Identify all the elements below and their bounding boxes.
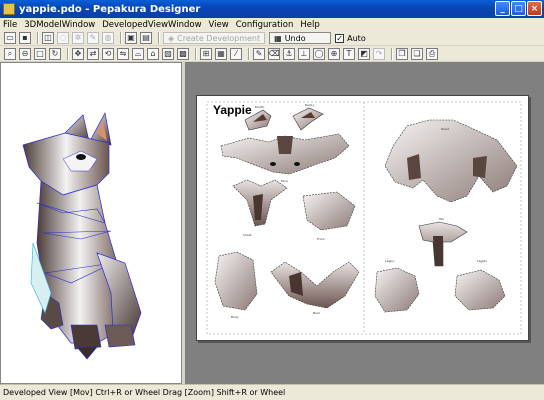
main-toolbar: ▭ ▪ ◫ ◌ ✲ ✎ ◍ ▣ ▤ ◈ Create Development ▦…	[0, 31, 544, 46]
minimize-button[interactable]: _	[495, 1, 510, 16]
image-icon[interactable]: ◩	[358, 47, 370, 60]
line-tool-icon[interactable]: ⁄	[230, 47, 242, 60]
flap-icon[interactable]: ⌓	[132, 47, 144, 60]
create-development-label: Create Development	[177, 33, 261, 43]
edit-icon[interactable]: ✎	[87, 32, 99, 44]
title-bar: yappie.pdo - Pepakura Designer _ □ ×	[0, 0, 544, 18]
pencil-icon[interactable]: ✎	[253, 47, 265, 60]
move-icon[interactable]: ✥	[72, 47, 84, 60]
circle-icon[interactable]: ◯	[313, 47, 325, 60]
part-back	[270, 261, 360, 309]
part-head	[384, 119, 518, 203]
toolbar-separator	[195, 47, 197, 60]
rotate-icon[interactable]: ↻	[49, 47, 61, 60]
toolbar-separator	[120, 32, 122, 44]
menu-3dmodelwindow[interactable]: 3DModelWindow	[24, 20, 95, 30]
toolbar-separator	[248, 47, 250, 60]
create-development-button[interactable]: ◈ Create Development	[163, 32, 266, 44]
part-label-back: Back	[313, 311, 321, 315]
part-label-front: Front	[317, 237, 325, 241]
globe-icon[interactable]: ◍	[102, 32, 114, 44]
developed-window-icon[interactable]: ▤	[140, 32, 152, 44]
text-icon[interactable]: T	[343, 47, 355, 60]
settings-icon[interactable]: ✲	[72, 32, 84, 44]
redo-icon[interactable]: ↷	[373, 47, 385, 60]
auto-label: Auto	[347, 33, 366, 43]
arrange-icon[interactable]: ▦	[215, 47, 227, 60]
rotate-part-icon[interactable]: ⟲	[102, 47, 114, 60]
menu-bar: File 3DModelWindow DevelopedViewWindow V…	[0, 18, 544, 31]
zoom-out-icon[interactable]: ⊖	[19, 47, 31, 60]
status-text: Developed View [Mov] Ctrl+R or Wheel Dra…	[3, 388, 286, 397]
part-leg-left	[374, 267, 420, 313]
part-ear-right	[244, 109, 272, 131]
menu-help[interactable]: Help	[300, 20, 319, 30]
paste-icon[interactable]: ❏	[411, 47, 423, 60]
part-icon[interactable]: ▨	[162, 47, 174, 60]
toolbar-separator	[391, 47, 393, 60]
join-edge-icon[interactable]: ⇄	[87, 47, 99, 60]
tools-toolbar: ⌕ ⊖ □ ↻ ✥ ⇄ ⟲ ⇋ ⌓ ⌂ ▨ ▩ ⊞ ▦ ⁄ ✎ ⌫ ⚓ ⊥ ◯ …	[0, 46, 544, 62]
app-icon	[3, 3, 15, 15]
undo-label: Undo	[284, 33, 306, 43]
undo-icon: ▦	[274, 33, 282, 43]
menu-developedviewwindow[interactable]: DevelopedViewWindow	[102, 20, 201, 30]
texture-icon[interactable]: ◌	[57, 32, 69, 44]
part-cheek	[302, 191, 356, 231]
part-label-face: Face	[281, 179, 288, 183]
window-controls: _ □ ×	[495, 1, 542, 16]
cat-model-3d	[22, 111, 142, 360]
anchor-icon[interactable]: ⚓	[283, 47, 295, 60]
model-3d-view[interactable]	[0, 62, 182, 384]
open-folder-icon[interactable]: ▭	[4, 32, 16, 44]
undo-button[interactable]: ▦ Undo	[269, 32, 332, 44]
part-label-leg-left: Leg(L)	[385, 259, 394, 263]
fold-icon[interactable]: ⌂	[147, 47, 159, 60]
measure-icon[interactable]: ⊥	[298, 47, 310, 60]
part-ear-left	[292, 107, 324, 131]
print-preview-icon[interactable]: ◫	[42, 32, 54, 44]
flip-icon[interactable]: ⇋	[117, 47, 129, 60]
split-icon[interactable]: ⊞	[200, 47, 212, 60]
auto-checkbox[interactable]: ✓	[335, 33, 345, 43]
target-icon[interactable]: ⊕	[328, 47, 340, 60]
part-label-ear-left: Ear(L)	[305, 103, 314, 107]
part-body	[214, 251, 258, 311]
maximize-button[interactable]: □	[511, 1, 526, 16]
part-tail	[418, 221, 468, 267]
part-label-leg-right: Leg(R)	[477, 259, 487, 263]
window-title: yappie.pdo - Pepakura Designer	[19, 3, 201, 15]
paper-sheet: Yappie Ear(R) Ear(L) Face Chest Body Hea…	[196, 95, 529, 341]
part-leg-right	[454, 269, 506, 311]
part-label-chest: Chest	[243, 233, 252, 237]
part-label-head: Head	[441, 127, 449, 131]
texture-map-icon[interactable]: ▩	[177, 47, 189, 60]
zoom-icon[interactable]: ⌕	[4, 47, 16, 60]
menu-configuration[interactable]: Configuration	[236, 20, 294, 30]
developed-2d-view[interactable]: Yappie Ear(R) Ear(L) Face Chest Body Hea…	[185, 62, 544, 384]
part-label-tail: Tail	[438, 217, 444, 221]
part-chest	[232, 179, 288, 227]
toolbar-separator	[67, 47, 69, 60]
fit-view-icon[interactable]: □	[34, 47, 46, 60]
menu-file[interactable]: File	[3, 20, 17, 30]
model-window-icon[interactable]: ▣	[125, 32, 137, 44]
print-icon[interactable]: ⎙	[426, 47, 438, 60]
toolbar-separator	[37, 32, 39, 44]
create-development-icon: ◈	[168, 33, 175, 43]
parts-layout: Ear(R) Ear(L) Face Chest Body Head Tail …	[206, 101, 522, 335]
toolbar-separator	[158, 32, 160, 44]
part-face	[220, 133, 350, 175]
part-label-body: Body	[231, 315, 239, 319]
save-icon[interactable]: ▪	[19, 32, 31, 44]
close-button[interactable]: ×	[527, 1, 542, 16]
status-bar: Developed View [Mov] Ctrl+R or Wheel Dra…	[0, 384, 544, 400]
eraser-icon[interactable]: ⌫	[268, 47, 280, 60]
copy-icon[interactable]: ❐	[396, 47, 408, 60]
menu-view[interactable]: View	[209, 20, 229, 30]
part-label-ear-right: Ear(R)	[255, 105, 264, 109]
